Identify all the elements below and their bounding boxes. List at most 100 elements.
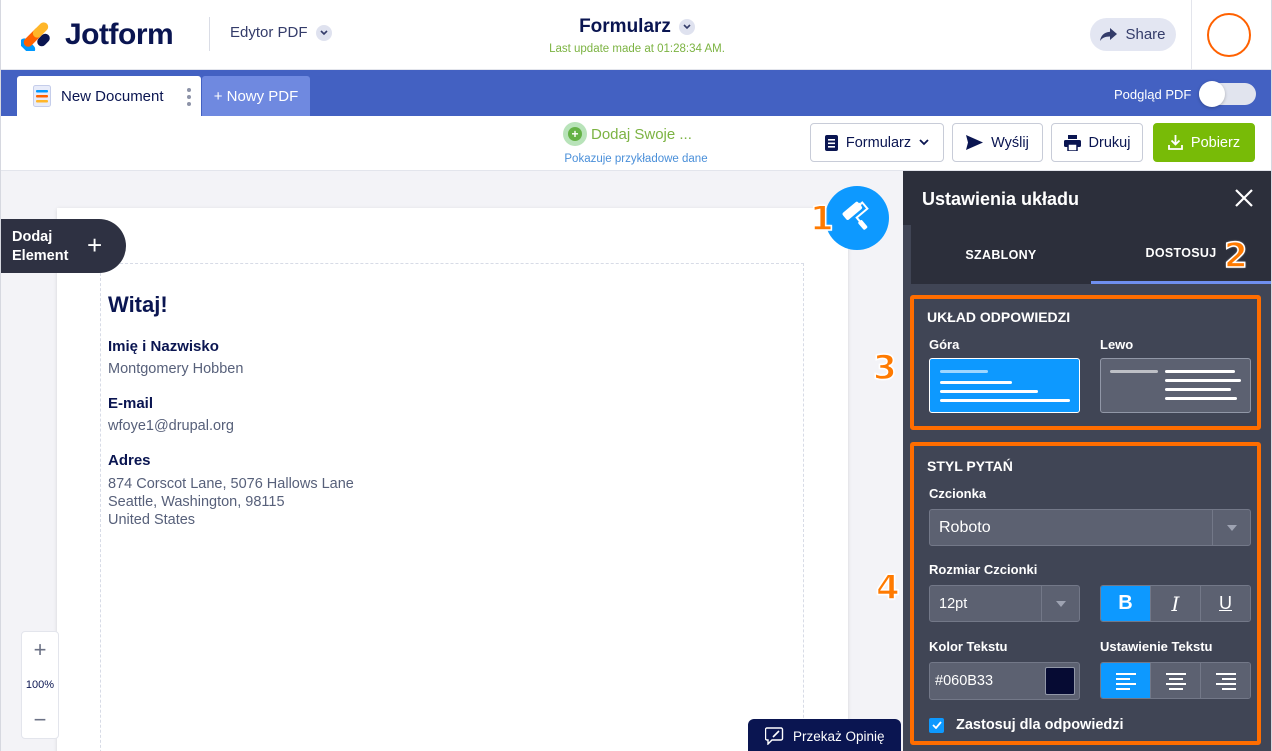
form-title-dropdown[interactable]: Formularz (579, 16, 695, 38)
form-icon (824, 134, 838, 151)
text-color-label: Kolor Tekstu (929, 639, 1008, 654)
field-label-email[interactable]: E-mail (108, 395, 354, 412)
feedback-button[interactable]: Przekaż Opinię (748, 719, 901, 751)
align-right-icon (1215, 672, 1236, 690)
share-button[interactable]: Share (1090, 18, 1176, 51)
add-element-button[interactable]: Dodaj Element + (1, 219, 126, 273)
caret-down-icon (1212, 510, 1250, 545)
form-select-button[interactable]: Formularz (810, 123, 944, 162)
pdf-preview-label: Podgląd PDF (1114, 87, 1192, 102)
sample-data-note: Pokazuje przykładowe dane (564, 153, 708, 165)
page-content: Witaj! Imię i Nazwisko Montgomery Hobben… (108, 292, 354, 547)
send-label: Wyślij (991, 134, 1029, 151)
document-icon (33, 85, 51, 107)
color-swatch[interactable] (1045, 667, 1075, 695)
bold-button[interactable]: B (1101, 586, 1151, 621)
layout-option-top[interactable] (929, 358, 1080, 413)
pdf-page[interactable]: Witaj! Imię i Nazwisko Montgomery Hobben… (57, 208, 848, 751)
panel-tabs: SZABLONY DOSTOSUJ (911, 225, 1271, 284)
more-options-icon[interactable] (187, 88, 191, 106)
close-icon[interactable] (1233, 187, 1255, 209)
align-left-button[interactable] (1101, 663, 1151, 698)
print-label: Drukuj (1088, 134, 1131, 151)
field-value-address: 874 Corscot Lane, 5076 Hallows Lane Seat… (108, 475, 354, 529)
text-align-label: Ustawienie Tekstu (1100, 639, 1213, 654)
font-value: Roboto (939, 518, 991, 536)
font-label: Czcionka (929, 486, 987, 501)
italic-button[interactable]: I (1151, 586, 1201, 621)
feedback-icon (765, 727, 784, 745)
align-right-button[interactable] (1201, 663, 1250, 698)
apply-to-answers-label: Zastosuj dla odpowiedzi (956, 717, 1124, 733)
question-style-heading: STYL PYTAŃ (927, 458, 1013, 474)
caret-down-icon (1041, 586, 1079, 621)
add-your-data-label: Dodaj Swoje ... (591, 125, 692, 143)
top-header: Jotform Edytor PDF Formularz Last update… (1, 0, 1271, 70)
callout-number-4: 4 (875, 567, 900, 609)
send-icon (966, 135, 984, 150)
layout-settings-panel: Ustawienia układu SZABLONY DOSTOSUJ UKŁA… (903, 171, 1271, 751)
toggle-knob (1199, 81, 1225, 107)
print-button[interactable]: Drukuj (1051, 123, 1143, 162)
tab-new-document[interactable]: New Document (17, 76, 201, 116)
pdf-preview-toggle[interactable] (1199, 81, 1256, 107)
text-color-input[interactable]: #060B33 (929, 662, 1080, 700)
panel-header: Ustawienia układu (903, 171, 1271, 225)
download-button[interactable]: Pobierz (1153, 123, 1255, 162)
form-title-block: Formularz Last update made at 01:28:34 A… (1, 16, 1271, 55)
download-icon (1168, 135, 1183, 150)
address-line: Seattle, Washington, 98115 (108, 494, 285, 510)
new-pdf-button[interactable]: + Nowy PDF (202, 76, 310, 116)
form-select-label: Formularz (845, 134, 912, 151)
welcome-heading[interactable]: Witaj! (108, 292, 354, 318)
text-color-value: #060B33 (935, 673, 994, 689)
font-dropdown[interactable]: Roboto (929, 509, 1251, 546)
layout-top-label: Góra (929, 337, 960, 352)
send-button[interactable]: Wyślij (952, 123, 1043, 162)
align-center-button[interactable] (1151, 663, 1201, 698)
add-element-label: Element (12, 248, 69, 264)
font-style-group: B I U (1100, 585, 1251, 622)
tab-label: New Document (61, 87, 164, 105)
layout-settings-button[interactable] (825, 186, 889, 250)
app-window: Jotform Edytor PDF Formularz Last update… (0, 0, 1272, 751)
tab-templates[interactable]: SZABLONY (911, 225, 1091, 284)
field-value-name: Montgomery Hobben (108, 361, 244, 377)
header-divider (1191, 0, 1192, 70)
font-size-label: Rozmiar Czcionki (929, 562, 1038, 577)
align-center-icon (1165, 672, 1186, 690)
field-value-email: wfoye1@drupal.org (108, 418, 234, 434)
address-line: United States (108, 512, 196, 528)
field-label-address[interactable]: Adres (108, 452, 354, 469)
callout-number-1: 1 (809, 198, 834, 240)
last-update-text: Last update made at 01:28:34 AM. (549, 43, 725, 55)
zoom-in-button[interactable]: + (34, 636, 47, 664)
zoom-level: 100% (25, 679, 55, 691)
avatar[interactable] (1207, 13, 1251, 57)
callout-number-2: 2 (1223, 235, 1248, 277)
underline-button[interactable]: U (1201, 586, 1250, 621)
zoom-out-button[interactable]: − (34, 706, 47, 734)
align-left-icon (1115, 672, 1136, 690)
document-tab-bar: New Document + Nowy PDF Podgląd PDF (1, 70, 1271, 116)
answer-layout-section: UKŁAD ODPOWIEDZI Góra Lewo (910, 295, 1261, 430)
font-size-dropdown[interactable]: 12pt (929, 585, 1080, 622)
add-element-label: Dodaj (12, 229, 53, 245)
address-line: 874 Corscot Lane, 5076 Hallows Lane (108, 476, 354, 492)
share-arrow-icon (1100, 28, 1118, 41)
add-your-data-button[interactable]: + Dodaj Swoje ... (563, 122, 692, 146)
form-title: Formularz (579, 16, 671, 37)
layout-left-label: Lewo (1100, 337, 1134, 352)
panel-title: Ustawienia układu (922, 189, 1080, 209)
answer-layout-heading: UKŁAD ODPOWIEDZI (927, 309, 1071, 325)
checkbox-checked-icon (929, 717, 944, 733)
text-align-group (1100, 662, 1251, 699)
font-size-value: 12pt (939, 595, 968, 612)
layout-option-left[interactable] (1100, 358, 1251, 413)
download-label: Pobierz (1190, 134, 1241, 151)
field-label-name[interactable]: Imię i Nazwisko (108, 338, 354, 355)
apply-to-answers-checkbox[interactable]: Zastosuj dla odpowiedzi (929, 717, 1124, 733)
question-style-section: STYL PYTAŃ Czcionka Roboto Rozmiar Czcio… (910, 442, 1261, 745)
feedback-label: Przekaż Opinię (793, 728, 885, 744)
paint-roller-icon (842, 201, 869, 230)
